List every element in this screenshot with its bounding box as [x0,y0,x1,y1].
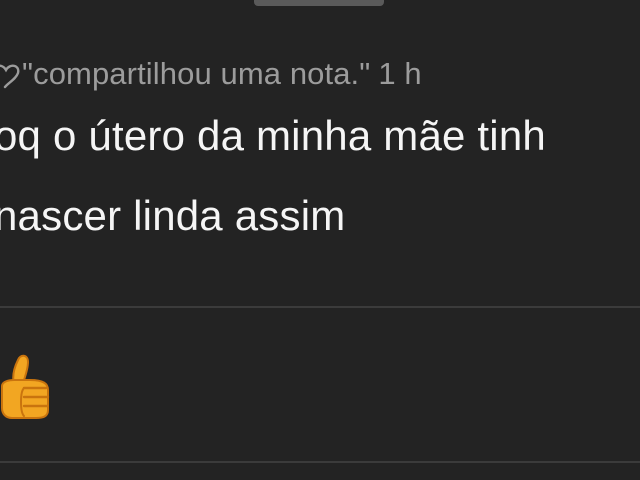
heart-outline-icon [0,59,20,89]
note-text-line-2: nascer linda assim [0,192,346,239]
note-meta-row: "compartilhou uma nota." 1 h [0,52,422,96]
sheet-drag-handle[interactable] [254,0,384,6]
thumbs-up-icon [1,354,50,419]
divider-top [0,306,640,308]
note-text-line-1: oq o útero da minha mãe tinh [0,112,546,159]
divider-bottom [0,461,640,463]
thumbs-up-reaction-button[interactable] [0,346,56,422]
note-timestamp: 1 h [378,56,422,91]
note-shared-label: "compartilhou uma nota." [22,56,371,91]
